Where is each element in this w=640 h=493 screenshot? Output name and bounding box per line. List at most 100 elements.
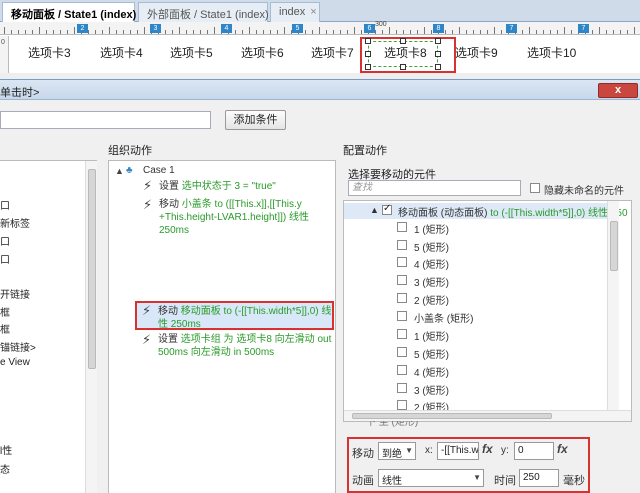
fx-x-button[interactable]: fx	[482, 442, 493, 456]
tree-item-checkbox[interactable]	[397, 293, 407, 303]
tree-item-checkbox[interactable]	[397, 275, 407, 285]
ruler-marker: 7	[578, 24, 589, 33]
close-button[interactable]: x	[598, 83, 638, 98]
widget-search-input[interactable]: 查找	[348, 180, 521, 196]
tab-index[interactable]: index ×	[270, 2, 320, 22]
collapse-icon[interactable]: ▲	[115, 166, 124, 176]
tree-item[interactable]: 3 (矩形)	[414, 274, 449, 289]
tab-outer-panel[interactable]: 外部面板 / State1 (index)×	[138, 2, 280, 22]
animation-select[interactable]: 线性 ▼	[378, 469, 484, 487]
canvas-tab-item[interactable]: 选项卡6	[241, 44, 284, 61]
action-item[interactable]: 移动 小盖条 to ([[This.x]],[[This.y +This.hei…	[159, 198, 339, 237]
collapse-icon[interactable]: ▲	[370, 205, 379, 215]
tree-item-checkbox[interactable]	[397, 329, 407, 339]
ruler-tick	[599, 27, 600, 34]
resize-handle[interactable]	[365, 64, 371, 70]
ruler-tick	[627, 30, 628, 34]
tree-item[interactable]: 5 (矩形)	[414, 239, 449, 254]
add-condition-button[interactable]: 添加条件	[225, 110, 286, 130]
canvas-tab-item[interactable]: 选项卡4	[100, 44, 143, 61]
tree-item-checkbox[interactable]	[397, 222, 407, 232]
resize-handle[interactable]	[400, 64, 406, 70]
list-item[interactable]: 新标签	[0, 215, 30, 230]
ruler-tick	[613, 30, 614, 34]
ruler-tick	[396, 30, 397, 34]
close-icon[interactable]: ×	[310, 6, 316, 18]
dialog-title: 单击时>	[0, 87, 40, 99]
canvas-tab-item[interactable]: 选项卡3	[28, 44, 71, 61]
list-item[interactable]: 锚链接>	[0, 339, 36, 354]
tab-label: 移动面板 / State1 (index)	[11, 9, 137, 21]
canvas-tab-item[interactable]: 选项卡10	[527, 44, 576, 61]
action-item[interactable]: 设置 选中状态于 3 = "true"	[159, 180, 339, 193]
case-name-input[interactable]	[0, 111, 211, 129]
tree-root-checkbox[interactable]	[382, 203, 392, 215]
ruler-tick	[25, 30, 26, 34]
list-item[interactable]: 框	[0, 321, 10, 336]
tree-item-checkbox[interactable]	[397, 347, 407, 357]
ruler-tick	[529, 27, 530, 34]
scrollbar-thumb[interactable]	[610, 221, 618, 271]
time-input[interactable]: 250	[519, 469, 559, 487]
list-item[interactable]: 口	[0, 197, 10, 212]
scrollbar[interactable]	[85, 161, 97, 493]
action-item-selected[interactable]: 移动 移动面板 to (-[[This.width*5]],0) 线性 250m…	[158, 305, 334, 331]
tree-item[interactable]: 4 (矩形)	[414, 256, 449, 271]
x-input[interactable]: -[[This.w	[437, 442, 479, 460]
hide-unnamed-checkbox[interactable]	[530, 183, 540, 193]
fx-y-button[interactable]: fx	[557, 442, 568, 456]
y-input[interactable]: 0	[514, 442, 554, 460]
tree-item[interactable]: 3 (矩形)	[414, 382, 449, 397]
tree-item[interactable]: 1 (矩形)	[414, 328, 449, 343]
list-item[interactable]: l性	[0, 442, 12, 457]
tree-item-checkbox[interactable]	[397, 365, 407, 375]
resize-handle[interactable]	[400, 38, 406, 44]
ruler-origin: 0	[1, 39, 5, 46]
ruler-marker: 2	[77, 24, 88, 33]
list-item[interactable]: 态	[0, 461, 10, 476]
tree-item-checkbox[interactable]	[397, 311, 407, 321]
tree-item-checkbox[interactable]	[397, 383, 407, 393]
ruler-tick	[389, 27, 390, 34]
ruler-tick	[592, 30, 593, 34]
tree-item-checkbox[interactable]	[397, 240, 407, 250]
scrollbar[interactable]	[607, 201, 619, 411]
move-type-select[interactable]: 到绝 ▼	[378, 442, 416, 460]
canvas-tab-item[interactable]: 选项卡7	[311, 44, 354, 61]
ruler-tick	[410, 30, 411, 34]
tree-item[interactable]: 1 (矩形)	[414, 221, 449, 236]
ruler-marker: 7	[506, 24, 517, 33]
scrollbar-thumb[interactable]	[88, 169, 96, 369]
tree-item[interactable]: 4 (矩形)	[414, 364, 449, 379]
tree-item[interactable]: 小盖条 (矩形)	[414, 310, 473, 325]
list-item[interactable]: 口	[0, 233, 10, 248]
canvas-tab-item[interactable]: 选项卡5	[170, 44, 213, 61]
ruler-tick	[634, 27, 635, 34]
resize-handle[interactable]	[435, 64, 441, 70]
resize-handle[interactable]	[365, 38, 371, 44]
tab-move-panel[interactable]: 移动面板 / State1 (index)×	[2, 2, 148, 22]
tree-item[interactable]: 2 (矩形)	[414, 292, 449, 307]
horizontal-scrollbar[interactable]	[344, 410, 631, 421]
resize-handle[interactable]	[435, 38, 441, 44]
resize-handle[interactable]	[435, 51, 441, 57]
organize-actions-label: 组织动作	[108, 145, 152, 157]
canvas-tab-item[interactable]: 选项卡9	[455, 44, 498, 61]
tree-root-item[interactable]: 移动面板 (动态面板) to (-[[This.width*5]],0) 线性 …	[398, 204, 628, 219]
ruler-tick	[284, 27, 285, 34]
list-item[interactable]: 开链接	[0, 286, 30, 301]
action-item[interactable]: 设置 选项卡组 为 选项卡8 向左滑动 out 500ms 向左滑动 in 50…	[158, 333, 334, 359]
tree-item-checkbox[interactable]	[397, 257, 407, 267]
tree-item-checkbox[interactable]	[397, 400, 407, 410]
ruler-tick	[186, 30, 187, 34]
list-item[interactable]: e View	[0, 357, 30, 368]
resize-handle[interactable]	[365, 51, 371, 57]
list-item[interactable]: 框	[0, 304, 10, 319]
case-label[interactable]: Case 1	[143, 165, 175, 176]
animation-label: 动画	[352, 475, 374, 487]
ruler-tick	[445, 30, 446, 34]
scrollbar-thumb[interactable]	[352, 413, 552, 419]
list-item[interactable]: 口	[0, 251, 10, 266]
tree-item[interactable]: 5 (矩形)	[414, 346, 449, 361]
ruler-number: 300	[375, 21, 387, 28]
